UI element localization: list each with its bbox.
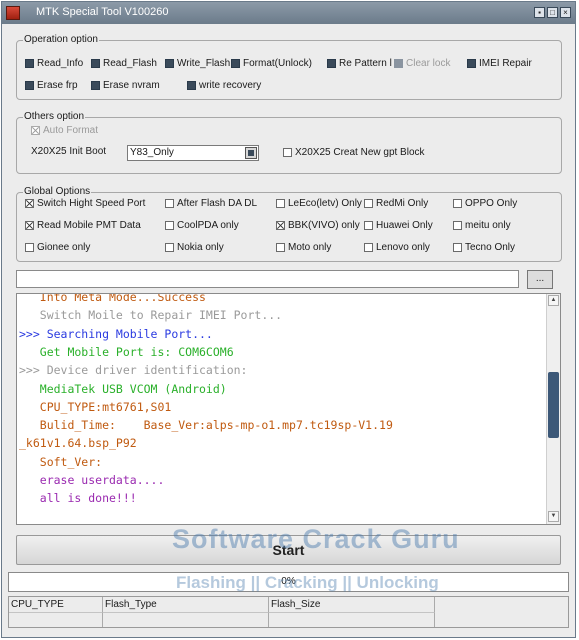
tecno-only-checkbox[interactable]: Tecno Only [453,240,515,254]
scroll-down-icon[interactable]: ▼ [548,511,559,522]
init-boot-select[interactable]: Y83_Only [127,145,259,161]
log-line: Get Mobile Port is: COM6COM6 [19,344,234,359]
log-line: Soft_Ver: [19,454,103,469]
scroll-up-icon[interactable]: ▲ [548,295,559,306]
log-line: erase userdata.... [19,473,165,487]
erase-nvram-checkbox[interactable]: Erase nvram [91,78,160,92]
read-flash-checkbox[interactable]: Read_Flash [91,56,157,70]
moto-only-checkbox[interactable]: Moto only [276,240,331,254]
watermark-title: Software Crack Guru [172,524,460,554]
nokia-only-checkbox[interactable]: Nokia only [165,240,224,254]
meitu-only-checkbox[interactable]: meitu only [453,218,511,232]
log-line: all is done!!! [19,491,137,506]
window-title: MTK Special Tool V100260 [36,6,169,18]
huawei-only-checkbox[interactable]: Huawei Only [364,218,433,232]
format-unlock-checkbox[interactable]: Format(Unlock) [231,56,312,70]
clear-lock-checkbox: Clear lock [394,56,450,70]
redmi-only-checkbox[interactable]: RedMi Only [364,196,428,210]
lenovo-only-checkbox[interactable]: Lenovo only [364,240,430,254]
gionee-only-checkbox[interactable]: Gionee only [25,240,90,254]
log-line: >>> Searching Mobile Port... [19,326,213,341]
coolpda-only-checkbox[interactable]: CoolPDA only [165,218,239,232]
read-info-checkbox[interactable]: Read_Info [25,56,83,70]
maximize-button[interactable]: □ [547,7,558,18]
oppo-only-checkbox[interactable]: OPPO Only [453,196,517,210]
flash-type-cell: Flash_Type [103,597,269,612]
imei-repair-checkbox[interactable]: IMEI Repair [467,56,532,70]
cpu-type-value [9,612,103,627]
bbk-vivo-only-checkbox[interactable]: BBK(VIVO) only [276,218,360,232]
leeco-only-checkbox[interactable]: LeEco(letv) Only [276,196,362,210]
init-boot-label: X20X25 Init Boot [31,146,107,157]
flash-type-value [103,612,269,627]
write-flash-checkbox[interactable]: Write_Flash [165,56,230,70]
app-icon [6,6,20,20]
log-line: Bulid_Time: Base_Ver:alps-mp-o1.mp7.tc19… [19,418,393,433]
log-line: CPU_TYPE:mt6761,S01 [19,399,172,414]
init-boot-value: Y83_Only [130,147,174,158]
status-bar: CPU_TYPE Flash_Type Flash_Size [8,596,569,628]
scroll-thumb[interactable] [548,372,559,438]
log-scrollbar[interactable]: ▲ ▼ [546,294,560,524]
flash-size-cell: Flash_Size [269,597,435,612]
operation-option-legend: Operation option [23,34,99,45]
log-line: _k61v1.64.bsp_P92 [19,436,137,451]
gpt-block-checkbox[interactable]: X20X25 Creat New gpt Block [283,145,425,159]
close-button[interactable]: × [560,7,571,18]
erase-frp-checkbox[interactable]: Erase frp [25,78,78,92]
log-line: >>> Device driver identification: [19,363,248,378]
file-path-input[interactable] [16,270,519,288]
log-line: Switch Moile to Repair IMEI Port... [19,308,283,323]
high-speed-port-checkbox[interactable]: Switch Hight Speed Port [25,196,145,210]
browse-button[interactable]: ... [527,270,553,289]
read-pmt-data-checkbox[interactable]: Read Mobile PMT Data [25,218,141,232]
watermark-subtitle: Flashing || Cracking || Unlocking [176,573,439,592]
minimize-button[interactable]: ▪ [534,7,545,18]
write-recovery-checkbox[interactable]: write recovery [187,78,261,92]
title-bar[interactable]: MTK Special Tool V100260 ▪ □ × [2,2,575,24]
log-line: MediaTek USB VCOM (Android) [19,381,227,396]
log-line: Into Meta Mode...Success [19,293,206,304]
log-output[interactable]: Into Meta Mode...Success Switch Moile to… [16,293,561,525]
cpu-type-cell: CPU_TYPE [9,597,103,612]
after-flash-da-checkbox[interactable]: After Flash DA DL [165,196,257,210]
dropdown-arrow-icon[interactable] [245,147,257,159]
re-pattern-checkbox[interactable]: Re Pattern l [327,56,392,70]
others-option-legend: Others option [23,111,86,122]
auto-format-checkbox: Auto Format [31,123,98,137]
flash-size-value [269,612,435,627]
